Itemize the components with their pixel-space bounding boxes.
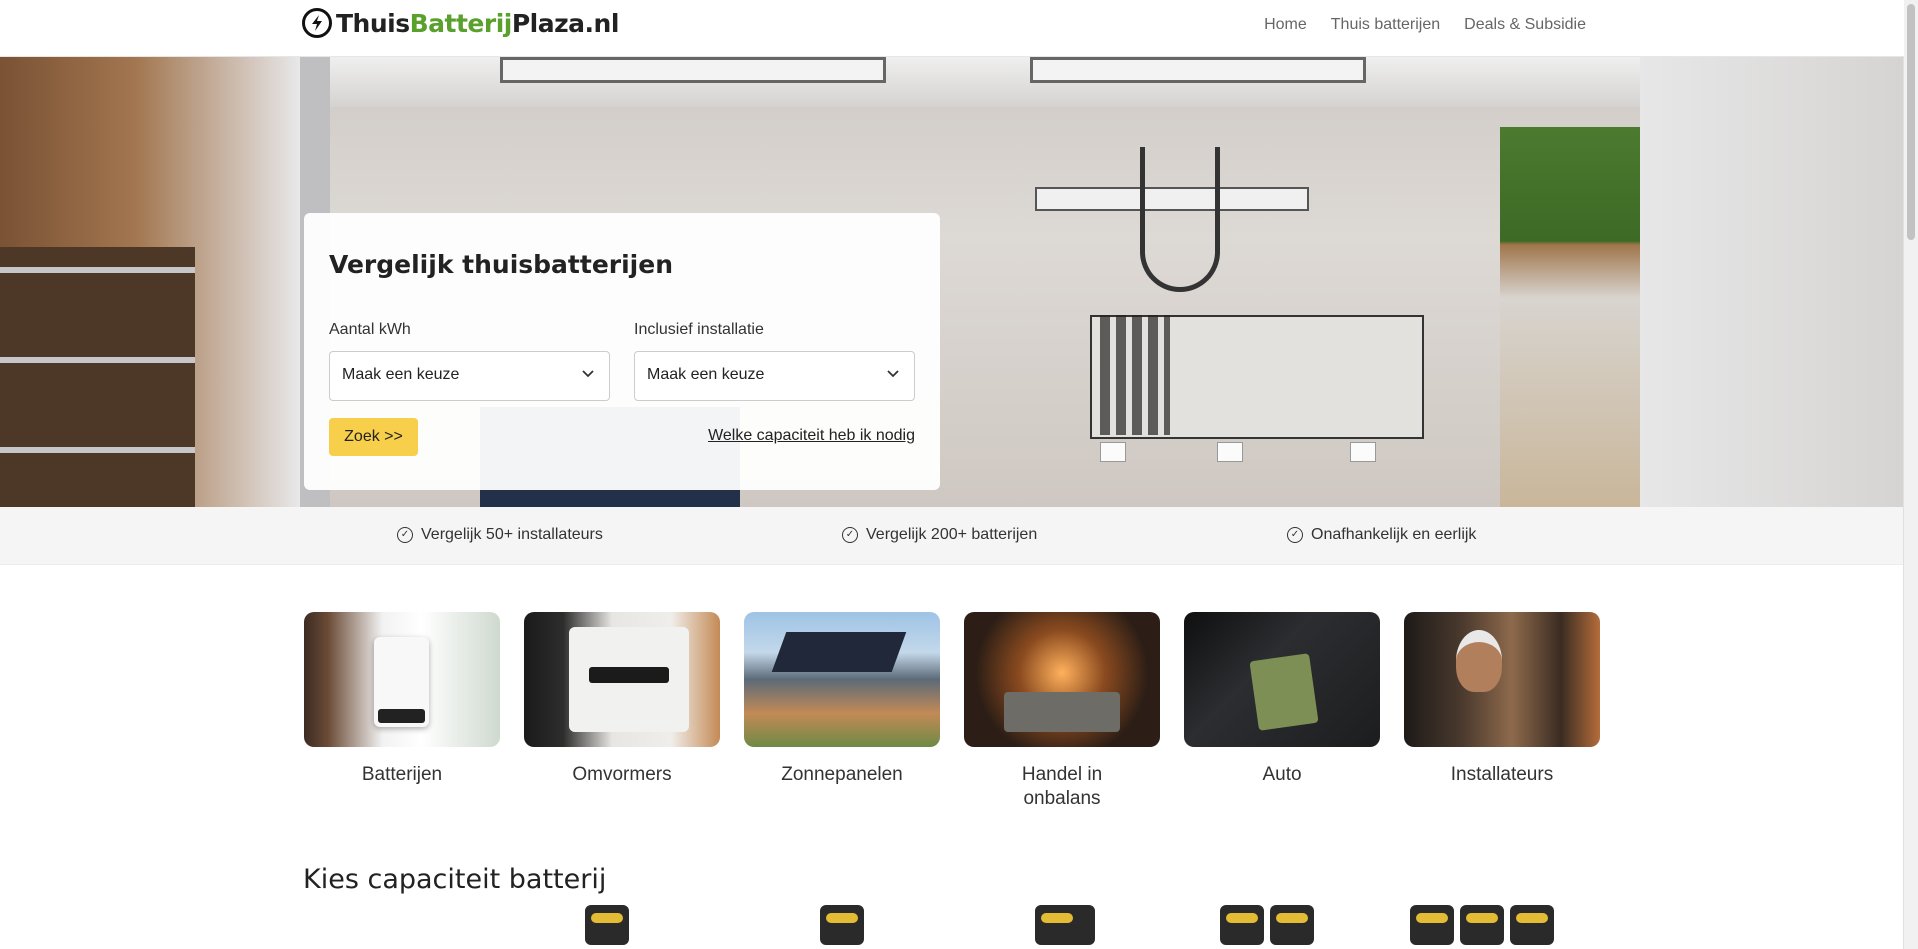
lightning-icon bbox=[302, 8, 332, 38]
capacity-help-link[interactable]: Welke capaciteit heb ik nodig bbox=[708, 427, 915, 445]
category-image bbox=[304, 612, 500, 747]
capacity-option[interactable] bbox=[820, 905, 870, 949]
nav-thuis-batterijen[interactable]: Thuis batterijen bbox=[1331, 16, 1440, 34]
category-omvormers[interactable]: Omvormers bbox=[524, 612, 720, 787]
search-title: Vergelijk thuisbatterijen bbox=[329, 250, 673, 279]
category-label: Omvormers bbox=[572, 764, 672, 785]
nav-home[interactable]: Home bbox=[1264, 16, 1307, 34]
category-label: Zonnepanelen bbox=[781, 764, 903, 785]
logo-text-thuis: Thuis bbox=[336, 8, 410, 38]
category-installateurs[interactable]: Installateurs bbox=[1404, 612, 1600, 787]
nav-deals-subsidie[interactable]: Deals & Subsidie bbox=[1464, 16, 1586, 34]
feature-label: Vergelijk 50+ installateurs bbox=[421, 526, 603, 543]
chevron-down-icon bbox=[886, 366, 900, 383]
search-card: Vergelijk thuisbatterijen Aantal kWh Maa… bbox=[304, 213, 940, 490]
category-image bbox=[744, 612, 940, 747]
install-label: Inclusief installatie bbox=[634, 321, 764, 338]
scrollbar-thumb[interactable] bbox=[1907, 4, 1915, 240]
check-circle-icon: ✓ bbox=[397, 527, 413, 543]
logo-text-batterij: Batterij bbox=[409, 8, 513, 38]
kwh-label: Aantal kWh bbox=[329, 321, 411, 338]
category-label: Auto bbox=[1262, 764, 1302, 785]
feature-item: ✓ Vergelijk 50+ installateurs bbox=[397, 526, 603, 544]
capacity-option[interactable] bbox=[1035, 905, 1101, 949]
feature-label: Vergelijk 200+ batterijen bbox=[866, 526, 1038, 543]
category-zonnepanelen[interactable]: Zonnepanelen bbox=[744, 612, 940, 787]
capacity-option[interactable] bbox=[585, 905, 635, 949]
capacity-section-title: Kies capaciteit batterij bbox=[303, 864, 607, 895]
site-logo[interactable]: Thuis Batterij Plaza.nl bbox=[302, 8, 619, 38]
feature-item: ✓ Vergelijk 200+ batterijen bbox=[842, 526, 1037, 544]
site-header: Thuis Batterij Plaza.nl Home Thuis batteri… bbox=[0, 0, 1904, 57]
category-label: Handel in onbalans bbox=[1021, 764, 1103, 809]
logo-text-plaza: Plaza.nl bbox=[511, 8, 620, 38]
category-label: Installateurs bbox=[1450, 764, 1554, 785]
search-button[interactable]: Zoek >> bbox=[329, 418, 418, 456]
kwh-select[interactable]: Maak een keuze bbox=[329, 351, 610, 401]
category-auto[interactable]: Auto bbox=[1184, 612, 1380, 787]
category-image bbox=[524, 612, 720, 747]
chevron-down-icon bbox=[581, 366, 595, 383]
category-label: Batterijen bbox=[361, 764, 443, 785]
hero-image: Vergelijk thuisbatterijen Aantal kWh Maa… bbox=[0, 57, 1904, 507]
category-batterijen[interactable]: Batterijen bbox=[304, 612, 500, 787]
category-handel-in-onbalans[interactable]: Handel in onbalans bbox=[964, 612, 1160, 811]
kwh-select-value: Maak een keuze bbox=[342, 366, 460, 383]
install-select-value: Maak een keuze bbox=[647, 366, 765, 383]
page-scrollbar[interactable] bbox=[1903, 0, 1918, 949]
feature-label: Onafhankelijk en eerlijk bbox=[1311, 526, 1477, 543]
feature-item: ✓ Onafhankelijk en eerlijk bbox=[1287, 526, 1476, 544]
check-circle-icon: ✓ bbox=[1287, 527, 1303, 543]
main-nav: Home Thuis batterijen Deals & Subsidie bbox=[1264, 16, 1586, 34]
check-circle-icon: ✓ bbox=[842, 527, 858, 543]
install-select[interactable]: Maak een keuze bbox=[634, 351, 915, 401]
category-image bbox=[964, 612, 1160, 747]
features-bar: ✓ Vergelijk 50+ installateurs ✓ Vergelij… bbox=[0, 507, 1904, 565]
category-image bbox=[1184, 612, 1380, 747]
category-image bbox=[1404, 612, 1600, 747]
capacity-option[interactable] bbox=[1220, 905, 1320, 949]
capacity-option[interactable] bbox=[1410, 905, 1560, 949]
